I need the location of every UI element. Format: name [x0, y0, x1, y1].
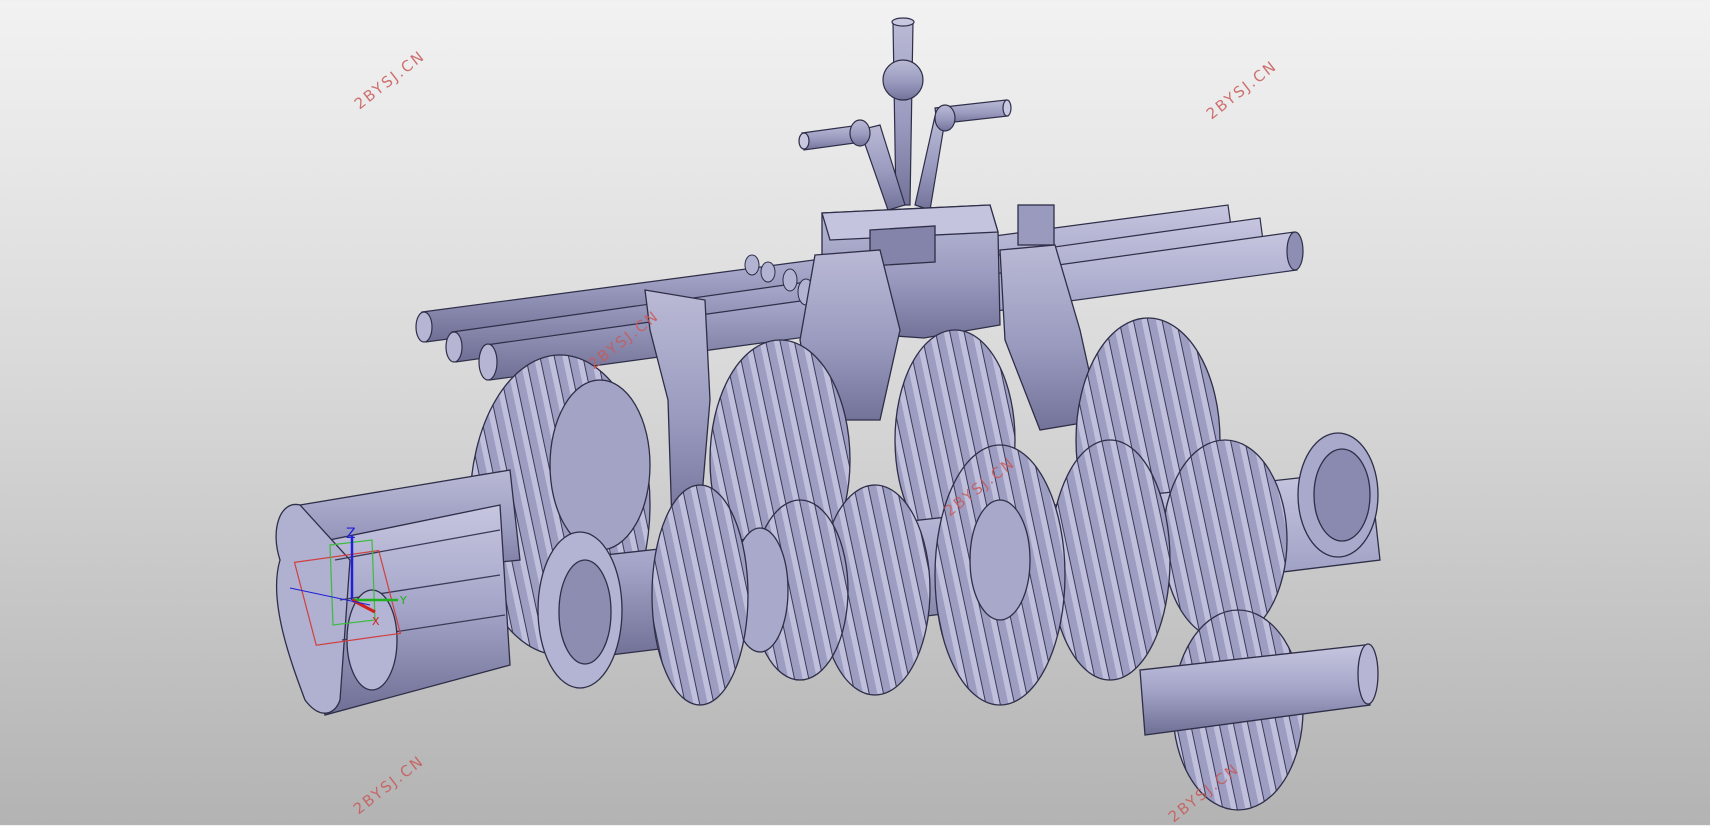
shift-lever: [798, 17, 1012, 211]
main-gear-train: [537, 432, 1381, 811]
y-axis-label: Y: [399, 594, 407, 607]
x-axis-label: X: [372, 615, 380, 628]
cad-viewport[interactable]: Z Y X: [0, 0, 1710, 825]
z-axis-label: Z: [346, 526, 356, 542]
